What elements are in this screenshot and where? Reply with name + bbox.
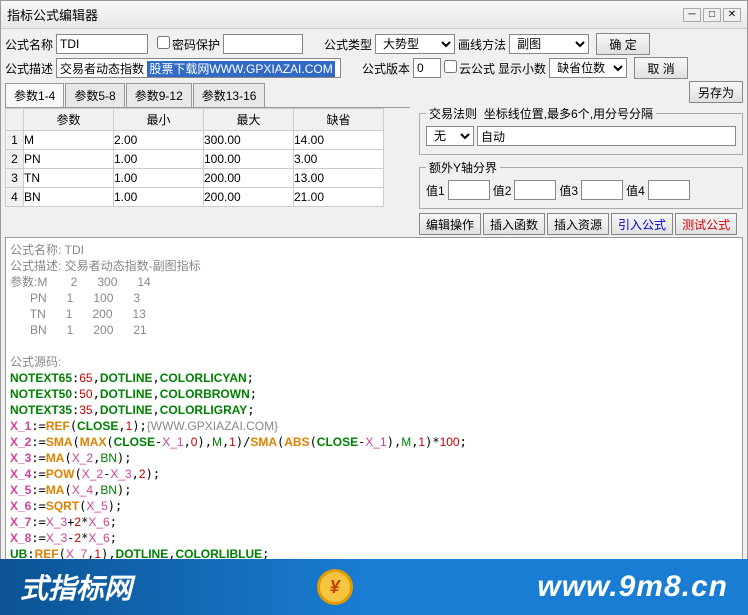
- draw-method-select[interactable]: 副图: [509, 34, 589, 54]
- watermark-banner: 式指标网 ¥ www.9m8.cn: [0, 559, 748, 615]
- param-def-input[interactable]: [294, 169, 383, 187]
- pwd-input[interactable]: [223, 34, 303, 54]
- coin-icon: ¥: [317, 569, 353, 605]
- tab-params-5-8[interactable]: 参数5-8: [65, 83, 124, 107]
- cancel-button[interactable]: 取 消: [634, 57, 688, 79]
- formula-ver-label: 公式版本: [362, 60, 410, 77]
- titlebar: 指标公式编辑器 ─ □ ✕: [1, 1, 747, 29]
- formula-type-label: 公式类型: [324, 36, 372, 53]
- param-row: 4: [6, 188, 384, 207]
- extra-y-group: 额外Y轴分界 值1 值2 值3 值4: [419, 159, 743, 209]
- param-max-input[interactable]: [204, 131, 293, 149]
- minimize-button[interactable]: ─: [683, 8, 701, 22]
- param-min-input[interactable]: [114, 188, 203, 206]
- formula-desc-label: 公式描述: [5, 60, 53, 77]
- test-formula-button[interactable]: 测试公式: [675, 213, 737, 235]
- maximize-button[interactable]: □: [703, 8, 721, 22]
- tab-params-1-4[interactable]: 参数1-4: [5, 83, 64, 107]
- param-min-input[interactable]: [114, 169, 203, 187]
- param-row: 2: [6, 150, 384, 169]
- val3-input[interactable]: [581, 180, 623, 200]
- param-max-input[interactable]: [204, 188, 293, 206]
- pwd-protect-check[interactable]: [157, 36, 170, 49]
- decimal-label: 显示小数: [498, 60, 546, 77]
- param-def-input[interactable]: [294, 188, 383, 206]
- param-tabs: 参数1-4 参数5-8 参数9-12 参数13-16: [5, 83, 410, 108]
- param-name-input[interactable]: [24, 150, 113, 168]
- formula-desc-input[interactable]: 交易者动态指数 股票下载网WWW.GPXIAZAI.COM: [56, 58, 341, 78]
- rule-select[interactable]: 无: [426, 126, 474, 146]
- ok-button[interactable]: 确 定: [596, 33, 650, 55]
- param-name-input[interactable]: [24, 169, 113, 187]
- param-name-input[interactable]: [24, 188, 113, 206]
- val1-input[interactable]: [448, 180, 490, 200]
- param-def-input[interactable]: [294, 131, 383, 149]
- formula-name-input[interactable]: [56, 34, 148, 54]
- param-row: 3: [6, 169, 384, 188]
- version-input[interactable]: [413, 58, 441, 78]
- param-name-input[interactable]: [24, 131, 113, 149]
- window-title: 指标公式编辑器: [7, 5, 683, 24]
- formula-name-label: 公式名称: [5, 36, 53, 53]
- formula-type-select[interactable]: 大势型: [375, 34, 455, 54]
- code-editor[interactable]: 公式名称: TDI 公式描述: 交易者动态指数-副图指标 参数:M 2 300 …: [5, 237, 743, 585]
- edit-op-button[interactable]: 编辑操作: [419, 213, 481, 235]
- insert-fn-button[interactable]: 插入函数: [483, 213, 545, 235]
- cloud-check[interactable]: [444, 60, 457, 73]
- tab-params-9-12[interactable]: 参数9-12: [126, 83, 192, 107]
- param-min-input[interactable]: [114, 150, 203, 168]
- trade-rule-group: 交易法则 坐标线位置,最多6个,用分号分隔 无: [419, 105, 743, 155]
- param-row: 1: [6, 131, 384, 150]
- param-min-input[interactable]: [114, 131, 203, 149]
- param-grid: 参数最小最大缺省1234: [5, 108, 384, 207]
- param-max-input[interactable]: [204, 150, 293, 168]
- save-as-button[interactable]: 另存为: [689, 81, 743, 103]
- import-formula-button[interactable]: 引入公式: [611, 213, 673, 235]
- param-def-input[interactable]: [294, 150, 383, 168]
- param-max-input[interactable]: [204, 169, 293, 187]
- insert-res-button[interactable]: 插入资源: [547, 213, 609, 235]
- val2-input[interactable]: [514, 180, 556, 200]
- val4-input[interactable]: [648, 180, 690, 200]
- editor-window: 指标公式编辑器 ─ □ ✕ 公式名称 密码保护 公式类型 大势型 画线方法 副图…: [0, 0, 748, 614]
- close-button[interactable]: ✕: [723, 8, 741, 22]
- decimal-select[interactable]: 缺省位数: [549, 58, 627, 78]
- draw-method-label: 画线方法: [458, 36, 506, 53]
- tab-params-13-16[interactable]: 参数13-16: [193, 83, 266, 107]
- coord-input[interactable]: [477, 126, 736, 146]
